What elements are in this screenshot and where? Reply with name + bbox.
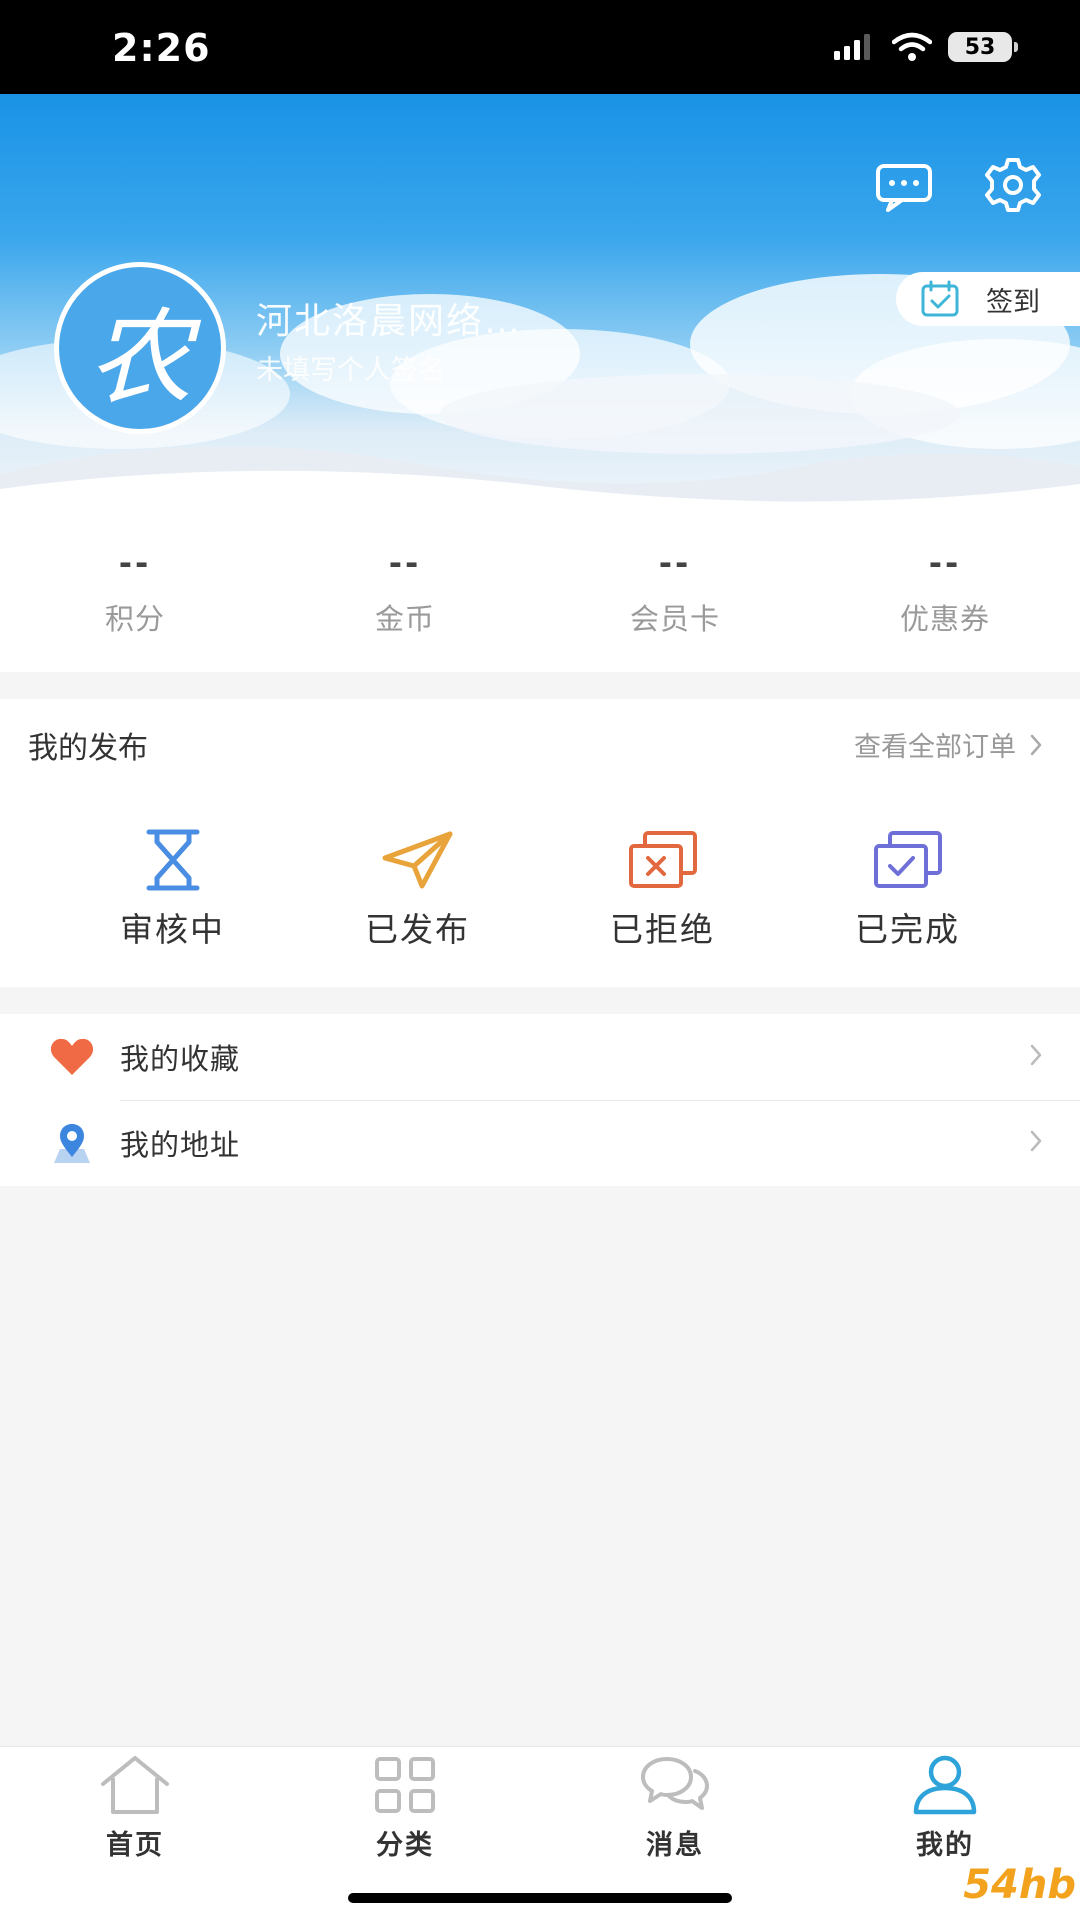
status-label: 已完成	[855, 910, 960, 949]
menu-label: 我的收藏	[120, 1042, 241, 1076]
my-publish-section: 我的发布 查看全部订单 审核中 已发布 已拒绝 已完成	[0, 699, 1080, 987]
status-time: 2:26	[112, 26, 211, 70]
chevron-right-icon	[1030, 1044, 1042, 1066]
view-all-orders-link[interactable]: 查看全部订单	[854, 725, 1042, 764]
section-title: 我的发布	[28, 731, 148, 766]
publish-status-list: 审核中 已发布 已拒绝 已完成	[0, 827, 1080, 951]
user-signature: 未填写个人签名	[256, 355, 445, 386]
avatar[interactable]: 农	[54, 262, 226, 434]
chevron-right-icon	[1030, 1130, 1042, 1152]
stat-value: --	[658, 544, 692, 582]
tab-label: 我的	[916, 1830, 974, 1861]
hourglass-icon	[146, 829, 199, 891]
heart-icon	[50, 1038, 94, 1075]
status-icons: 53	[832, 32, 1018, 62]
user-icon	[913, 1755, 977, 1815]
paper-plane-icon	[382, 831, 452, 889]
stat-label: 金币	[374, 602, 435, 636]
menu-list: 我的收藏 我的地址	[0, 1014, 1080, 1186]
location-pin-icon	[54, 1124, 90, 1163]
tab-label: 分类	[376, 1830, 434, 1861]
grid-icon	[375, 1757, 435, 1813]
watermark: 54hb	[963, 1862, 1076, 1908]
stat-value: --	[928, 544, 962, 582]
battery-indicator: 53	[948, 32, 1018, 62]
user-name[interactable]: 河北洛晨网络…	[256, 292, 522, 344]
wifi-icon	[892, 32, 932, 61]
completed-icon	[873, 831, 942, 888]
status-rejected[interactable]: 已拒绝	[563, 827, 763, 951]
stat-member-card[interactable]: -- 会员卡	[540, 502, 810, 672]
stat-coupons[interactable]: -- 优惠券	[810, 502, 1080, 672]
status-label: 审核中	[120, 910, 225, 949]
status-bar: 2:26 53	[0, 0, 1080, 94]
stat-label: 积分	[104, 602, 165, 636]
stat-points[interactable]: -- 积分	[0, 502, 270, 672]
stat-label: 会员卡	[629, 602, 720, 636]
home-indicator[interactable]	[348, 1893, 732, 1903]
chevron-right-icon	[1030, 734, 1042, 755]
profile-header: 农 河北洛晨网络… 未填写个人签名 签到	[0, 94, 1080, 502]
chat-bubble-icon[interactable]	[874, 160, 936, 214]
tab-home[interactable]: 首页	[0, 1747, 270, 1920]
status-reviewing[interactable]: 审核中	[73, 827, 273, 951]
checkin-button[interactable]: 签到	[896, 272, 1080, 326]
signal-icon	[834, 34, 870, 60]
tab-label: 消息	[646, 1830, 704, 1861]
calendar-check-icon	[921, 280, 959, 317]
message-icon	[641, 1757, 709, 1810]
status-label: 已发布	[365, 910, 470, 949]
gear-icon[interactable]	[984, 156, 1042, 214]
status-label: 已拒绝	[610, 910, 715, 949]
menu-label: 我的地址	[120, 1128, 241, 1162]
stat-value: --	[118, 544, 152, 582]
home-icon	[101, 1756, 169, 1814]
stat-coins[interactable]: -- 金币	[270, 502, 540, 672]
checkin-label: 签到	[986, 286, 1040, 318]
status-published[interactable]: 已发布	[318, 827, 518, 951]
menu-item-favorites[interactable]: 我的收藏	[0, 1014, 1080, 1100]
menu-item-address[interactable]: 我的地址	[0, 1100, 1080, 1186]
stat-label: 优惠券	[899, 602, 990, 636]
stats-bar: -- 积分 -- 金币 -- 会员卡 -- 优惠券	[0, 502, 1080, 672]
rejected-icon	[628, 831, 697, 888]
stat-value: --	[388, 544, 422, 582]
tab-label: 首页	[106, 1830, 164, 1861]
view-all-label: 查看全部订单	[854, 732, 1016, 763]
status-completed[interactable]: 已完成	[808, 827, 1008, 951]
